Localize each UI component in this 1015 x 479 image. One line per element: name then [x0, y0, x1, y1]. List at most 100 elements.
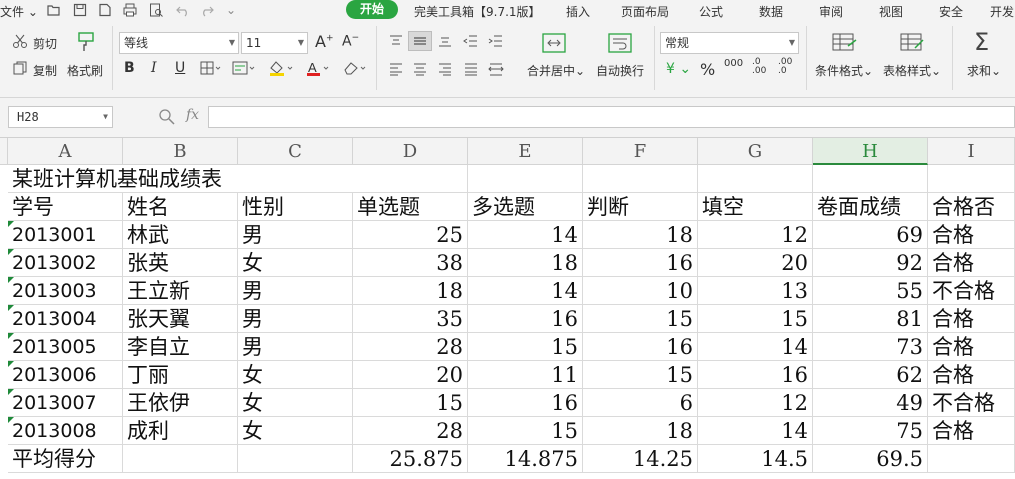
column-header-e[interactable]: E	[468, 138, 583, 165]
tab-developer[interactable]: 开发	[990, 3, 1014, 20]
tab-review[interactable]: 审阅	[819, 3, 843, 20]
percent-button[interactable]: %	[700, 60, 715, 79]
fx-icon[interactable]: fx	[186, 107, 199, 123]
data-cell[interactable]: 15	[583, 361, 698, 389]
header-cell[interactable]: 多选题	[468, 193, 583, 221]
bold-button[interactable]: B	[124, 60, 135, 76]
column-header-f[interactable]: F	[583, 138, 698, 165]
redo-icon[interactable]	[199, 2, 215, 18]
student-id-cell[interactable]: 2013005	[8, 333, 123, 361]
data-cell[interactable]: 69	[813, 221, 928, 249]
data-cell[interactable]: 73	[813, 333, 928, 361]
column-header-g[interactable]: G	[698, 138, 813, 165]
tab-security[interactable]: 安全	[939, 3, 963, 20]
data-cell[interactable]: 28	[353, 333, 468, 361]
data-cell[interactable]: 15	[353, 389, 468, 417]
align-top-icon[interactable]	[388, 34, 404, 48]
save-icon[interactable]	[72, 2, 88, 18]
copy-button[interactable]: 复制	[33, 62, 57, 79]
data-cell[interactable]: 李自立	[123, 333, 238, 361]
tab-page-layout[interactable]: 页面布局	[621, 3, 669, 20]
data-cell[interactable]: 成利	[123, 417, 238, 445]
average-cell[interactable]: 25.875	[353, 445, 468, 473]
empty-cell[interactable]	[813, 165, 928, 193]
student-id-cell[interactable]: 2013002	[8, 249, 123, 277]
student-id-cell[interactable]: 2013001	[8, 221, 123, 249]
column-header-b[interactable]: B	[123, 138, 238, 165]
student-id-cell[interactable]: 2013004	[8, 305, 123, 333]
select-all-corner[interactable]	[0, 138, 8, 165]
header-cell[interactable]: 判断	[583, 193, 698, 221]
align-middle-icon[interactable]	[412, 34, 428, 48]
data-cell[interactable]: 38	[353, 249, 468, 277]
header-cell[interactable]: 合格否	[928, 193, 1015, 221]
data-cell[interactable]: 16	[698, 361, 813, 389]
quick-access-dropdown-icon[interactable]: ⌄	[226, 3, 236, 17]
data-cell[interactable]: 28	[353, 417, 468, 445]
data-cell[interactable]: 62	[813, 361, 928, 389]
data-cell[interactable]: 16	[468, 389, 583, 417]
decrease-font-icon[interactable]: A−	[342, 33, 359, 50]
tab-home[interactable]: 开始	[346, 0, 398, 19]
data-cell[interactable]: 男	[238, 333, 353, 361]
file-menu[interactable]: 文件 ⌄	[0, 3, 38, 20]
header-cell[interactable]: 学号	[8, 193, 123, 221]
average-cell[interactable]: 14.5	[698, 445, 813, 473]
data-cell[interactable]: 15	[468, 333, 583, 361]
average-cell[interactable]: 69.5	[813, 445, 928, 473]
conditional-format-button[interactable]: 条件格式⌄	[815, 62, 873, 79]
border-icon[interactable]	[200, 61, 222, 75]
data-cell[interactable]: 25	[353, 221, 468, 249]
currency-icon[interactable]: ¥ ⌄	[666, 61, 691, 77]
data-cell[interactable]: 14	[468, 277, 583, 305]
empty-cell[interactable]	[583, 165, 698, 193]
data-cell[interactable]: 15	[468, 417, 583, 445]
data-cell[interactable]: 女	[238, 249, 353, 277]
data-cell[interactable]: 18	[583, 417, 698, 445]
open-icon[interactable]	[46, 2, 62, 18]
header-cell[interactable]: 姓名	[123, 193, 238, 221]
data-cell[interactable]: 16	[468, 305, 583, 333]
data-cell[interactable]: 12	[698, 221, 813, 249]
underline-button[interactable]: U	[175, 60, 185, 76]
fill-color-icon[interactable]	[268, 60, 294, 76]
formula-input[interactable]	[208, 106, 1015, 128]
undo-icon[interactable]	[175, 2, 191, 18]
data-cell[interactable]: 13	[698, 277, 813, 305]
export-icon[interactable]	[97, 2, 113, 18]
data-cell[interactable]: 75	[813, 417, 928, 445]
data-cell[interactable]: 14	[468, 221, 583, 249]
align-left-icon[interactable]	[388, 62, 404, 76]
align-right-icon[interactable]	[437, 62, 453, 76]
merge-center-button[interactable]: 合并居中⌄	[527, 62, 585, 79]
data-cell[interactable]: 35	[353, 305, 468, 333]
align-bottom-icon[interactable]	[437, 34, 453, 48]
average-cell[interactable]	[123, 445, 238, 473]
font-size-select[interactable]: 11 ▼	[241, 32, 308, 54]
data-cell[interactable]: 20	[698, 249, 813, 277]
student-id-cell[interactable]: 2013008	[8, 417, 123, 445]
average-cell[interactable]	[238, 445, 353, 473]
empty-cell[interactable]	[698, 165, 813, 193]
distributed-icon[interactable]	[488, 62, 504, 76]
student-id-cell[interactable]: 2013003	[8, 277, 123, 305]
column-header-a[interactable]: A	[8, 138, 123, 165]
font-name-select[interactable]: 等线 ▼	[119, 32, 239, 54]
tab-view[interactable]: 视图	[879, 3, 903, 20]
average-label-cell[interactable]: 平均得分	[8, 445, 123, 473]
data-cell[interactable]: 合格	[928, 333, 1015, 361]
decrease-indent-icon[interactable]	[463, 34, 479, 48]
data-cell[interactable]: 20	[353, 361, 468, 389]
data-cell[interactable]: 55	[813, 277, 928, 305]
data-cell[interactable]: 81	[813, 305, 928, 333]
data-cell[interactable]: 15	[583, 305, 698, 333]
tab-formulas[interactable]: 公式	[699, 3, 723, 20]
data-cell[interactable]: 16	[583, 249, 698, 277]
data-cell[interactable]: 10	[583, 277, 698, 305]
average-cell[interactable]	[928, 445, 1015, 473]
average-cell[interactable]: 14.25	[583, 445, 698, 473]
data-cell[interactable]: 合格	[928, 305, 1015, 333]
data-cell[interactable]: 男	[238, 305, 353, 333]
data-cell[interactable]: 不合格	[928, 389, 1015, 417]
column-header-i[interactable]: I	[928, 138, 1015, 165]
